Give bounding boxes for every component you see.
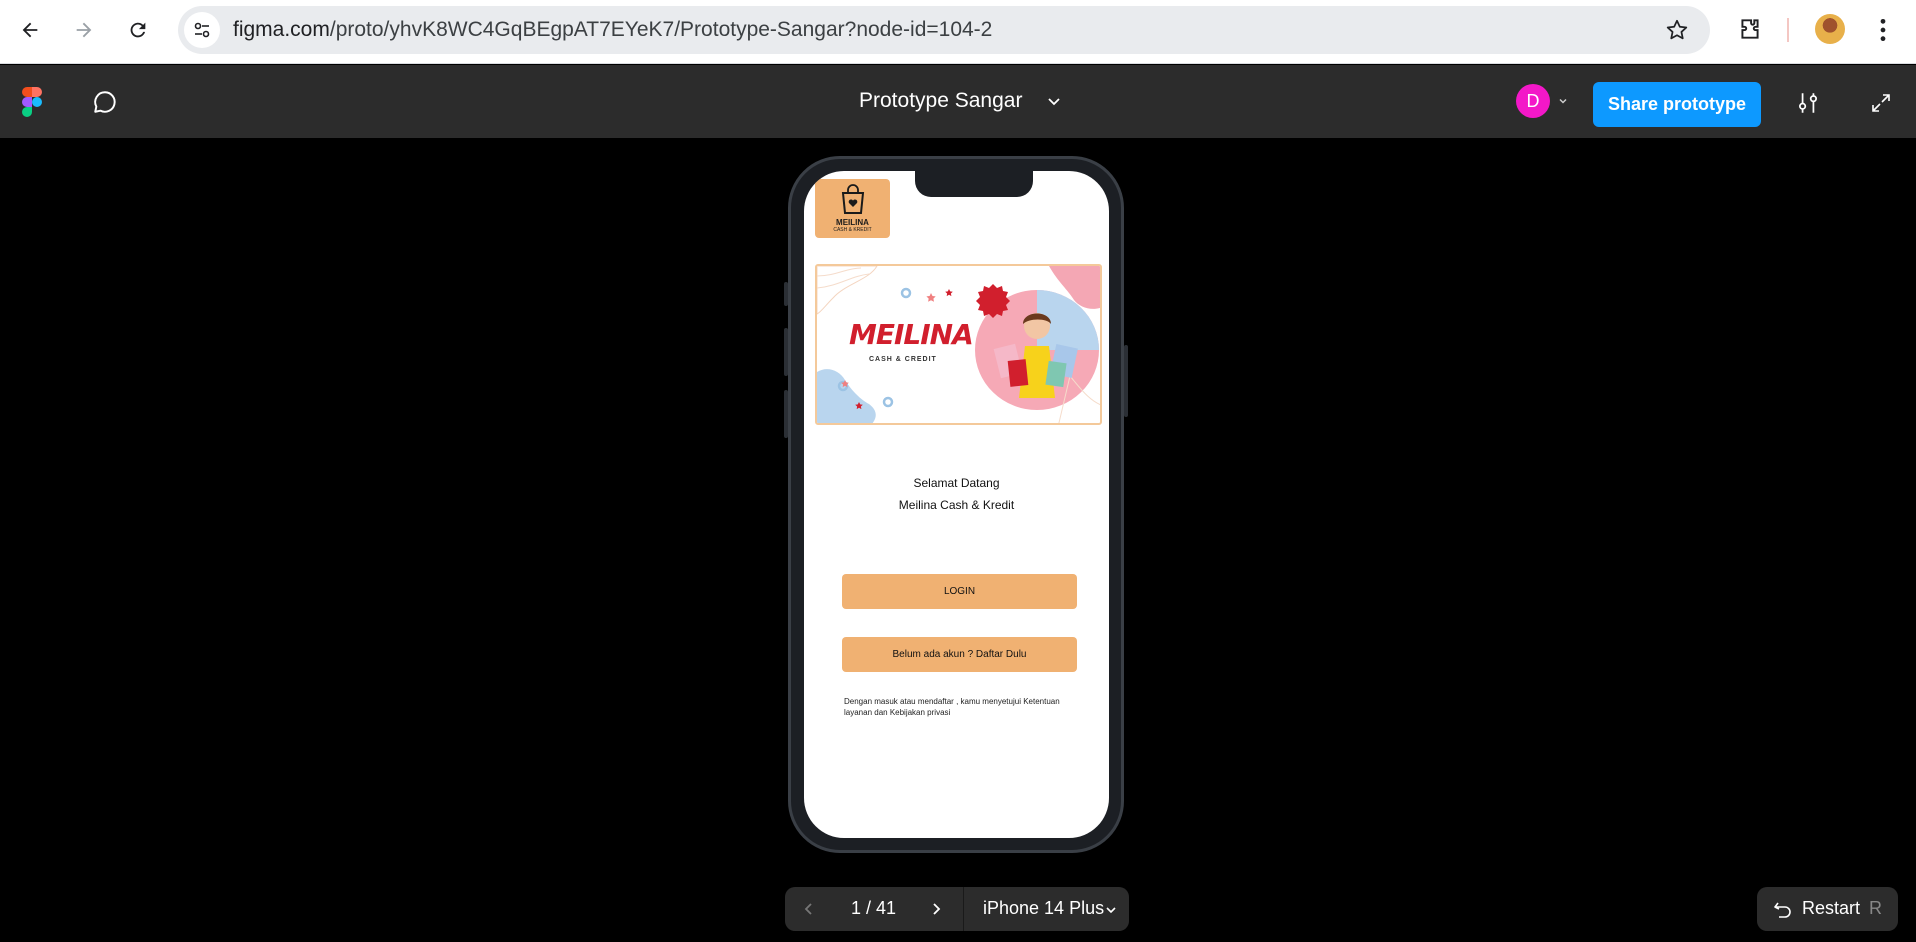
prototype-title[interactable]: Prototype Sangar (859, 89, 1022, 113)
figma-prototype-toolbar: Prototype Sangar D Share prototype (0, 65, 1916, 138)
restart-shortcut: R (1869, 898, 1882, 918)
restart-label: Restart (1802, 898, 1861, 918)
welcome-subheading: Meilina Cash & Kredit (898, 498, 1015, 512)
banner-brand-text: MEILINA (849, 318, 974, 351)
bookmark-star-icon[interactable] (1664, 17, 1690, 43)
back-arrow-icon (22, 22, 38, 38)
terms-notice: Dengan masuk atau mendaftar , kamu menye… (844, 697, 1060, 717)
device-chevron-down-icon[interactable] (1105, 904, 1117, 916)
url-host: figma.com (233, 18, 330, 41)
url-path: /proto/yhvK8WC4GqBEgpAT7EYeK7/Prototype-… (329, 18, 993, 41)
phone-power-button (1124, 345, 1128, 417)
promo-banner: MEILINA CASH & CREDIT (815, 264, 1102, 425)
address-bar[interactable]: figma.com/proto/yhvK8WC4GqBEgpAT7EYeK7/P… (178, 6, 1710, 54)
reload-icon (130, 22, 146, 38)
device-selector[interactable]: iPhone 14 Plus (983, 898, 1104, 919)
share-prototype-button[interactable]: Share prototype (1593, 82, 1761, 127)
pager-divider (963, 887, 964, 931)
reload-button[interactable] (120, 12, 156, 48)
extensions-icon[interactable] (1737, 16, 1763, 42)
next-frame-icon[interactable] (928, 901, 944, 917)
phone-notch (915, 171, 1033, 197)
toolbar-divider (1787, 18, 1789, 42)
login-button[interactable]: LOGIN (842, 574, 1077, 609)
forward-button[interactable] (66, 12, 102, 48)
more-menu-icon[interactable] (1874, 17, 1892, 43)
comment-icon[interactable] (92, 89, 118, 115)
tune-icon (194, 22, 210, 38)
browser-toolbar: figma.com/proto/yhvK8WC4GqBEgpAT7EYeK7/P… (0, 0, 1916, 64)
restart-button[interactable]: Restart R (1757, 887, 1898, 931)
register-button[interactable]: Belum ada akun ? Daftar Dulu (842, 637, 1077, 672)
settings-sliders-icon[interactable] (1795, 90, 1821, 116)
back-button[interactable] (12, 12, 48, 48)
restart-icon (1774, 902, 1791, 918)
chevron-down-icon[interactable] (1046, 93, 1062, 109)
forward-arrow-icon (76, 22, 92, 38)
expand-fullscreen-icon[interactable] (1869, 91, 1893, 115)
iphone-frame: MEILINA CASH & KREDIT MEILINA CASH & CRE… (788, 156, 1124, 853)
prototype-screen[interactable]: MEILINA CASH & KREDIT MEILINA CASH & CRE… (804, 171, 1109, 838)
previous-frame-icon[interactable] (801, 901, 817, 917)
welcome-heading: Selamat Datang (913, 476, 1000, 490)
prototype-pager: 1 / 41 iPhone 14 Plus (785, 887, 1129, 931)
page-indicator: 1 / 41 (851, 898, 897, 918)
url-text[interactable]: figma.com/proto/yhvK8WC4GqBEgpAT7EYeK7/P… (233, 18, 992, 42)
site-info-button[interactable] (184, 12, 220, 48)
logo-subtitle: CASH & KREDIT (833, 227, 872, 233)
meilina-logo: MEILINA CASH & KREDIT (815, 179, 890, 238)
profile-avatar[interactable] (1815, 14, 1845, 44)
figma-logo-icon[interactable] (22, 87, 42, 117)
shopping-bag-icon (841, 184, 865, 214)
user-avatar[interactable]: D (1516, 84, 1550, 118)
logo-name: MEILINA (836, 218, 869, 227)
banner-subtitle: CASH & CREDIT (869, 356, 937, 363)
avatar-chevron-down-icon[interactable] (1558, 96, 1568, 106)
